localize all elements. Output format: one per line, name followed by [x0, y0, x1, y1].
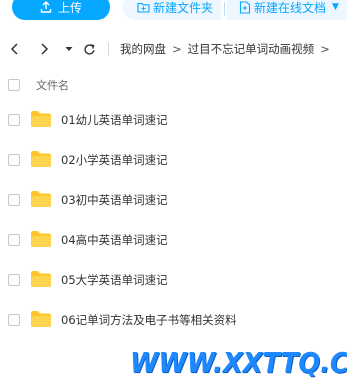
row-checkbox[interactable] [8, 274, 20, 286]
folder-name[interactable]: 01幼儿英语单词速记 [61, 112, 168, 128]
folder-icon [31, 231, 51, 247]
folder-icon [31, 151, 51, 167]
breadcrumb-item-current[interactable]: 过目不忘记单词动画视频 [188, 41, 315, 57]
toolbar: 上传 新建文件夹 新建在线文档 ▼ [0, 0, 347, 22]
breadcrumb-separator: > [320, 42, 330, 56]
watermark: WWW.XXTTQ.COM [130, 346, 347, 379]
row-checkbox[interactable] [8, 154, 20, 166]
row-checkbox[interactable] [8, 194, 20, 206]
breadcrumb-separator: > [172, 42, 182, 56]
toolbar-divider [224, 2, 225, 16]
folder-name[interactable]: 03初中英语单词速记 [61, 192, 168, 208]
folder-name[interactable]: 04高中英语单词速记 [61, 232, 168, 248]
new-folder-label: 新建文件夹 [153, 0, 214, 15]
forward-icon[interactable] [36, 41, 52, 57]
select-all-checkbox[interactable] [8, 79, 20, 91]
folder-icon [31, 191, 51, 207]
list-header: 文件名 [0, 72, 347, 98]
breadcrumb-item-root[interactable]: 我的网盘 [120, 41, 166, 57]
back-icon[interactable] [7, 41, 23, 57]
upload-button[interactable]: 上传 [12, 0, 110, 20]
folder-icon [31, 271, 51, 287]
new-online-doc-button[interactable]: 新建在线文档 ▼ [227, 0, 347, 20]
folder-name[interactable]: 05大学英语单词速记 [61, 272, 168, 288]
breadcrumb: 我的网盘 > 过目不忘记单词动画视频 > [120, 41, 336, 57]
folder-icon [31, 111, 51, 127]
new-folder-icon [137, 2, 150, 13]
folder-name[interactable]: 06记单词方法及电子书等相关资料 [61, 312, 237, 328]
row-checkbox[interactable] [8, 234, 20, 246]
nav-divider [108, 42, 109, 56]
file-manager-page: 上传 新建文件夹 新建在线文档 ▼ 我的网盘 > 过目不忘记单词动画视频 > 文… [0, 0, 347, 388]
column-header-name[interactable]: 文件名 [36, 77, 69, 93]
row-checkbox[interactable] [8, 114, 20, 126]
list-item[interactable]: 01幼儿英语单词速记 [0, 104, 347, 136]
folder-name[interactable]: 02小学英语单词速记 [61, 152, 168, 168]
list-item[interactable]: 02小学英语单词速记 [0, 144, 347, 176]
list-item[interactable]: 04高中英语单词速记 [0, 224, 347, 256]
navigation-bar: 我的网盘 > 过目不忘记单词动画视频 > [0, 36, 347, 62]
list-item[interactable]: 05大学英语单词速记 [0, 264, 347, 296]
history-dropdown-icon[interactable] [61, 41, 77, 57]
refresh-icon[interactable] [81, 41, 97, 57]
row-checkbox[interactable] [8, 314, 20, 326]
upload-label: 上传 [57, 0, 82, 15]
folder-icon [31, 311, 51, 327]
new-folder-button[interactable]: 新建文件夹 [123, 0, 221, 20]
new-online-doc-label: 新建在线文档 [254, 0, 327, 15]
list-item[interactable]: 03初中英语单词速记 [0, 184, 347, 216]
chevron-down-icon: ▼ [332, 2, 339, 12]
new-doc-icon [239, 0, 251, 14]
upload-icon [40, 1, 52, 13]
list-item[interactable]: 06记单词方法及电子书等相关资料 [0, 304, 347, 336]
